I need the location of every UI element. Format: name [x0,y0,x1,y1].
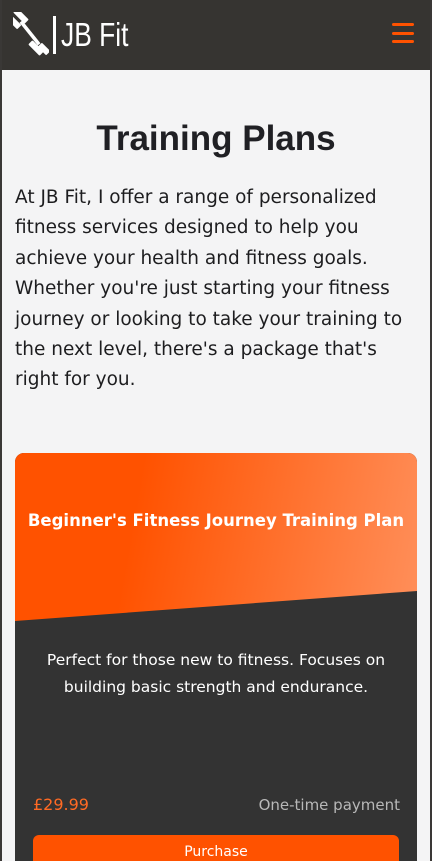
logo-divider [53,16,56,54]
plan-card: Beginner's Fitness Journey Training Plan… [15,453,417,861]
plan-title: Beginner's Fitness Journey Training Plan [27,511,405,530]
menu-bar-icon [392,31,414,35]
page: JB Fit Training Plans At JB Fit, I offer… [0,0,432,861]
menu-bar-icon [392,23,414,26]
page-title: Training Plans [96,119,336,158]
header: JB Fit [2,0,430,70]
menu-button[interactable] [392,23,414,43]
intro-text: At JB Fit, I offer a range of personaliz… [15,187,403,391]
plan-description: Perfect for those new to fitness. Focuse… [46,651,386,696]
menu-bar-icon [392,40,414,43]
plan-price: £29.99 [33,795,89,814]
dumbbell-icon [13,12,49,56]
logo[interactable]: JB Fit [13,12,145,58]
card-header-gradient [15,453,417,621]
payment-type: One-time payment [258,796,400,814]
logo-text: JB Fit [61,16,129,53]
purchase-button[interactable]: Purchase [33,835,399,861]
